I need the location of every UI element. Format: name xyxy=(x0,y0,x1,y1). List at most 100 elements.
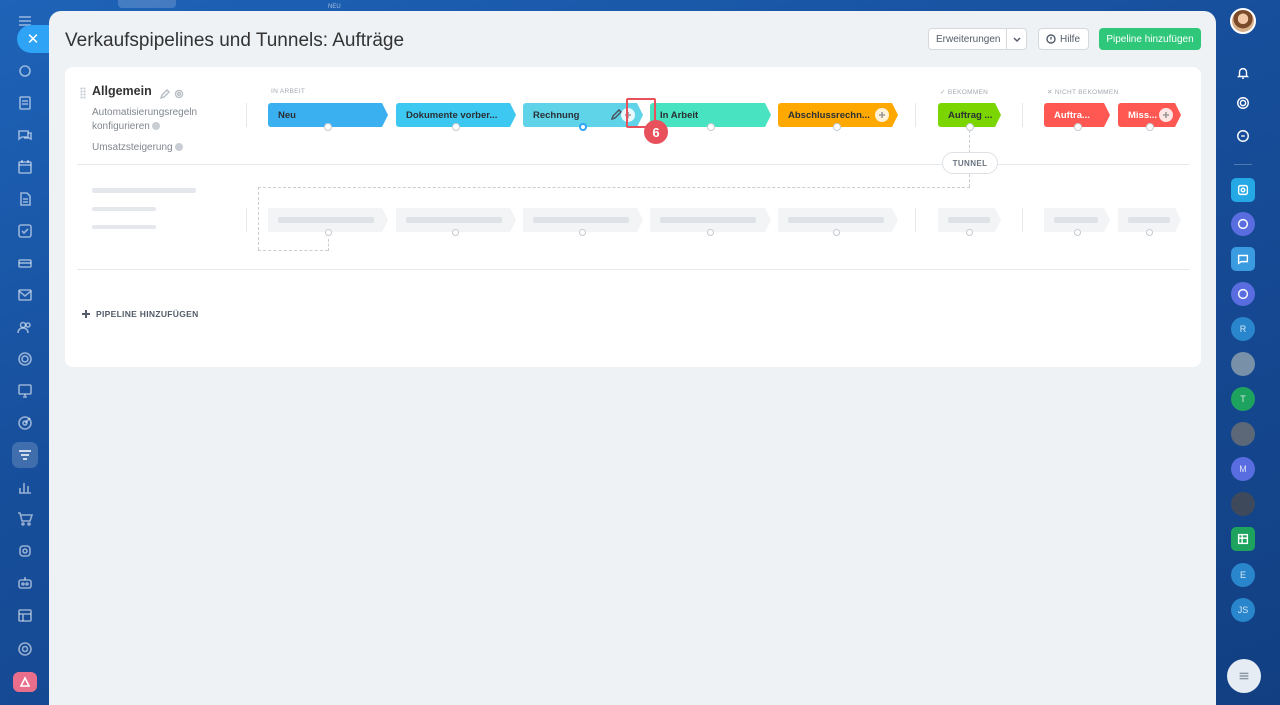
received-label: BEKOMMEN xyxy=(947,89,989,96)
search-chat-icon[interactable] xyxy=(1231,124,1255,148)
upsell-label: Umsatzsteigerung xyxy=(92,142,173,153)
stage-label: Auftra... xyxy=(1054,109,1090,121)
stage-label: Rechnung xyxy=(533,109,580,121)
stage-connector[interactable] xyxy=(324,123,332,131)
open-channel-icon[interactable] xyxy=(1231,212,1255,236)
help-label: Hilfe xyxy=(1060,33,1081,45)
right-rail-menu-button[interactable] xyxy=(1227,659,1261,693)
left-sidebar: ✕ xyxy=(0,0,49,705)
app-launcher-icon[interactable] xyxy=(13,672,37,692)
shop-cart-icon[interactable] xyxy=(12,506,38,532)
stage-connector[interactable] xyxy=(452,123,460,131)
skeleton-line xyxy=(92,188,196,193)
stage-connector[interactable] xyxy=(966,123,974,131)
marketing-icon[interactable] xyxy=(12,410,38,436)
channel-icon[interactable] xyxy=(1231,282,1255,306)
automation-rules-link[interactable]: Automatisierungsregeln konfigurieren xyxy=(92,106,222,134)
stage-connector[interactable] xyxy=(1074,123,1082,131)
tunnel-connector-line xyxy=(258,187,259,250)
copilot-icon[interactable] xyxy=(12,570,38,596)
not-received-label: NICHT BEKOMMEN xyxy=(1054,89,1119,96)
add-stage-plus-icon[interactable] xyxy=(875,108,889,122)
settings-gear-icon[interactable] xyxy=(174,86,184,99)
divider xyxy=(915,208,916,232)
pipeline-name: Allgemein xyxy=(92,84,152,98)
mail-icon[interactable] xyxy=(12,282,38,308)
skeleton-line xyxy=(92,225,156,229)
stage-connector[interactable] xyxy=(1146,123,1154,131)
contact-m-avatar[interactable]: M xyxy=(1231,457,1255,481)
contact-e-avatar[interactable]: E xyxy=(1231,563,1255,587)
extensions-dropdown-button[interactable]: Erweiterungen xyxy=(928,28,1027,50)
skeleton-connector xyxy=(833,229,840,236)
divider xyxy=(915,103,916,127)
add-stage-plus-icon[interactable] xyxy=(1159,108,1173,122)
contact-r-avatar[interactable]: R xyxy=(1231,317,1255,341)
contact-photo-avatar[interactable] xyxy=(1231,352,1255,376)
store-icon[interactable] xyxy=(12,602,38,628)
feed-icon[interactable] xyxy=(12,90,38,116)
stage-label: Abschlussrechn... xyxy=(788,109,870,121)
stage-connector[interactable] xyxy=(833,123,841,131)
drive-icon[interactable] xyxy=(12,250,38,276)
edit-pencil-icon[interactable] xyxy=(159,86,170,100)
close-button[interactable]: ✕ xyxy=(17,25,49,53)
divider xyxy=(246,208,247,232)
messages-icon[interactable] xyxy=(1231,247,1255,271)
pipelines-panel: Verkaufspipelines und Tunnels: Aufträge … xyxy=(49,11,1216,705)
extensions-label: Erweiterungen xyxy=(936,33,1001,45)
divider xyxy=(246,103,247,127)
skeleton-connector xyxy=(452,229,459,236)
tunnel-arrow-line xyxy=(328,239,329,251)
stage-label: Neu xyxy=(278,109,296,121)
crm-filter-icon[interactable] xyxy=(12,442,38,468)
video-icon[interactable] xyxy=(1231,178,1255,202)
stage-connector[interactable] xyxy=(707,123,715,131)
new-label: NEU xyxy=(328,4,341,10)
divider xyxy=(1022,208,1023,232)
help-button[interactable]: Hilfe xyxy=(1038,28,1089,50)
workgroups-icon[interactable] xyxy=(12,346,38,372)
spiral-icon[interactable] xyxy=(1231,91,1255,115)
help-dot-icon[interactable] xyxy=(174,143,183,151)
divider xyxy=(1022,103,1023,127)
contacts-icon[interactable] xyxy=(12,314,38,340)
help-circle-icon xyxy=(1046,34,1056,44)
table-icon[interactable] xyxy=(1231,527,1255,551)
stage-label: Auftrag ... xyxy=(948,109,993,121)
calendar-icon[interactable] xyxy=(12,154,38,180)
chevron-down-icon[interactable] xyxy=(1006,29,1026,49)
tutorial-step-badge: 6 xyxy=(644,120,668,144)
stage-connector-active[interactable] xyxy=(579,123,587,131)
skeleton-connector xyxy=(1146,229,1153,236)
settings-gear-icon[interactable] xyxy=(12,636,38,662)
add-pipeline-button[interactable]: Pipeline hinzufügen xyxy=(1099,28,1201,50)
analytics-icon[interactable] xyxy=(12,474,38,500)
sites-icon[interactable] xyxy=(12,378,38,404)
group-label-received: ✓ BEKOMMEN xyxy=(940,89,989,96)
upsell-link[interactable]: Umsatzsteigerung xyxy=(92,141,183,155)
skeleton-connector xyxy=(1074,229,1081,236)
add-pipeline-label: PIPELINE HINZUFÜGEN xyxy=(96,309,199,319)
contact-t-avatar[interactable]: T xyxy=(1231,387,1255,411)
contact-photo-avatar-3[interactable] xyxy=(1231,492,1255,516)
contact-photo-avatar-2[interactable] xyxy=(1231,422,1255,446)
user-avatar[interactable] xyxy=(1230,8,1256,34)
chat-icon[interactable] xyxy=(12,122,38,148)
help-dot-icon[interactable] xyxy=(151,122,160,130)
drag-handle-icon[interactable] xyxy=(80,87,86,99)
add-pipeline-link[interactable]: PIPELINE HINZUFÜGEN xyxy=(82,309,199,319)
tasks-icon[interactable] xyxy=(12,218,38,244)
contact-js-avatar[interactable]: JS xyxy=(1231,598,1255,622)
automation-icon[interactable] xyxy=(12,538,38,564)
documents-icon[interactable] xyxy=(12,186,38,212)
activity-icon[interactable] xyxy=(12,58,38,84)
skeleton-line xyxy=(92,207,156,211)
stage-label: Miss... xyxy=(1128,109,1158,121)
pipeline-card: Allgemein Automatisierungsregeln konfigu… xyxy=(65,67,1201,367)
tunnel-button[interactable]: TUNNEL xyxy=(942,152,998,174)
row-separator xyxy=(77,269,1189,270)
tunnel-connector-line xyxy=(258,250,328,251)
notifications-bell-icon[interactable] xyxy=(1231,61,1255,85)
page-title: Verkaufspipelines und Tunnels: Aufträge xyxy=(65,30,405,51)
